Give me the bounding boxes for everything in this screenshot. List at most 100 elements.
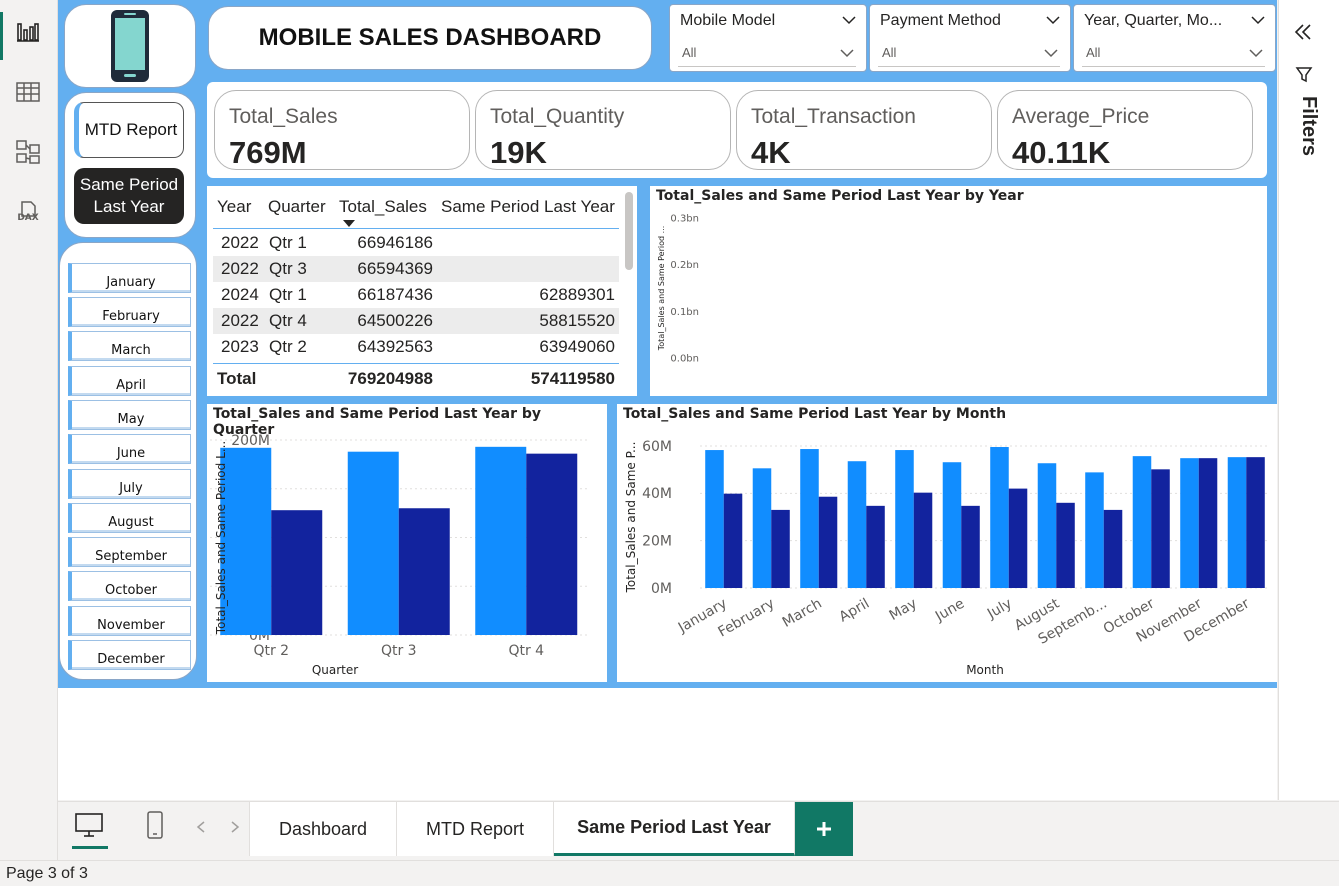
month-button-february[interactable]: February	[68, 297, 191, 327]
add-page-button[interactable]	[795, 802, 853, 856]
month-button-april[interactable]: April	[68, 366, 191, 396]
same-period-last-year-button[interactable]: Same Period Last Year	[74, 168, 184, 224]
month-button-may[interactable]: May	[68, 400, 191, 430]
bar-total-sales	[475, 446, 527, 635]
slicer-value: All	[882, 45, 897, 60]
bar-same-period-last-year	[771, 509, 790, 588]
slicer-title: Payment Method	[880, 12, 1001, 29]
kpi-value: 4K	[751, 135, 791, 170]
month-button-july[interactable]: July	[68, 469, 191, 499]
month-button-august[interactable]: August	[68, 503, 191, 533]
table-header-row: Year Quarter Total_Sales Same Period Las…	[213, 194, 619, 227]
month-button-september[interactable]: September	[68, 537, 191, 567]
cell-year: 2024	[221, 285, 259, 304]
dax-query-icon[interactable]: DAX	[14, 198, 42, 226]
table-row: 2024 Qtr 1 66187436 62889301	[213, 282, 619, 308]
slicer-date-hierarchy[interactable]: Year, Quarter, Mo... All	[1073, 4, 1276, 72]
bar-total-sales	[1085, 472, 1104, 588]
mtd-report-button[interactable]: MTD Report	[74, 102, 184, 158]
kpi-value: 769M	[229, 135, 307, 170]
kpi-value: 19K	[490, 135, 547, 170]
column-header-quarter[interactable]: Quarter	[268, 197, 326, 217]
kpi-total-quantity: Total_Quantity 19K	[475, 90, 731, 170]
column-header-year[interactable]: Year	[217, 197, 251, 217]
cell-total-sales: 64392563	[357, 337, 433, 356]
tab-mtd-report[interactable]: MTD Report	[397, 802, 554, 856]
tab-dashboard[interactable]: Dashboard	[249, 802, 397, 856]
slicer-title: Year, Quarter, Mo...	[1084, 12, 1223, 29]
x-tick-label: Qtr 2	[253, 643, 289, 659]
chart-by-month-plot: 0M20M40M60MJanuaryFebruary March April May J…	[624, 439, 1270, 677]
dashboard-title: MOBILE SALES DASHBOARD	[208, 6, 652, 70]
kpi-label: Total_Transaction	[751, 105, 916, 128]
table-scrollbar[interactable]	[625, 192, 633, 270]
chevron-left-icon[interactable]	[196, 820, 206, 834]
bar-same-period-last-year	[1008, 488, 1028, 588]
slicer-dropdown[interactable]: All	[1082, 41, 1265, 67]
cell-quarter: Qtr 3	[269, 259, 307, 278]
chevron-down-icon[interactable]	[842, 13, 856, 27]
bar-same-period-last-year	[398, 508, 450, 635]
chevron-down-icon	[1249, 49, 1263, 58]
month-button-december[interactable]: December	[68, 640, 191, 670]
kpi-label: Average_Price	[1012, 105, 1150, 128]
collapse-pane-icon[interactable]	[1293, 22, 1313, 42]
slicer-payment-method[interactable]: Payment Method All	[869, 4, 1071, 72]
cell-year: 2022	[221, 311, 259, 330]
cell-total-sales: 66946186	[357, 233, 433, 252]
table-total-row: Total 769204988 574119580	[213, 366, 619, 392]
chevron-down-icon[interactable]	[1251, 13, 1265, 27]
column-header-total-sales[interactable]: Total_Sales	[339, 197, 427, 217]
filter-icon	[1295, 67, 1313, 83]
mobile-layout-icon[interactable]	[146, 810, 164, 840]
chevron-down-icon	[1044, 49, 1058, 58]
month-button-november[interactable]: November	[68, 606, 191, 636]
table-view-icon[interactable]	[14, 78, 42, 106]
left-view-rail: DAX	[0, 0, 58, 860]
x-tick-label: Qtr 3	[381, 643, 417, 659]
report-view-icon[interactable]	[14, 18, 42, 46]
chevron-down-icon[interactable]	[1046, 13, 1060, 27]
total-sales-sum: 769204988	[347, 369, 433, 388]
x-tick-label: May	[887, 596, 920, 624]
bar-total-sales	[895, 450, 914, 588]
status-bar: Page 3 of 3	[0, 860, 1339, 886]
y-tick-label: 0.1bn	[670, 307, 699, 318]
cell-quarter: Qtr 4	[269, 311, 307, 330]
bar-total-sales	[705, 450, 724, 588]
bar-total-sales	[942, 462, 962, 588]
bar-same-period-last-year	[1198, 458, 1218, 588]
bar-same-period-last-year	[1246, 457, 1265, 588]
slicer-dropdown[interactable]: All	[878, 41, 1060, 67]
cell-year: 2023	[221, 337, 259, 356]
y-axis-label: Total_Sales and Same Period L...	[214, 441, 228, 635]
table-row: 2022 Qtr 4 64500226 58815520	[213, 308, 619, 334]
table-row: 2023 Qtr 2 64392563 63949060	[213, 334, 619, 360]
y-tick-label: 0.0bn	[670, 354, 699, 365]
sort-descending-icon	[343, 220, 355, 227]
slicer-dropdown[interactable]: All	[678, 41, 856, 67]
bar-same-period-last-year	[1151, 469, 1170, 588]
chevron-right-icon[interactable]	[230, 820, 240, 834]
bar-same-period-last-year	[526, 453, 578, 635]
filters-label[interactable]: Filters	[1297, 96, 1320, 156]
month-button-october[interactable]: October	[68, 571, 191, 601]
month-button-march[interactable]: March	[68, 331, 191, 361]
bar-total-sales	[752, 468, 772, 588]
slicer-mobile-model[interactable]: Mobile Model All	[669, 4, 867, 72]
model-view-icon[interactable]	[14, 138, 42, 166]
table-row: 2022 Qtr 3 66594369	[213, 256, 619, 282]
chevron-down-icon	[840, 49, 854, 58]
bar-same-period-last-year	[1056, 502, 1075, 588]
x-tick-label: April	[837, 596, 873, 626]
month-button-january[interactable]: January	[68, 263, 191, 293]
slicer-title: Mobile Model	[680, 12, 776, 29]
filters-pane[interactable]: Filters	[1278, 0, 1339, 800]
y-axis-label: Total_Sales and Same Period ...	[657, 226, 666, 351]
desktop-layout-icon[interactable]	[74, 812, 104, 838]
month-button-june[interactable]: June	[68, 434, 191, 464]
tab-same-period-last-year[interactable]: Same Period Last Year	[554, 802, 795, 856]
kpi-label: Total_Quantity	[490, 105, 625, 128]
column-header-same-period-last-year[interactable]: Same Period Last Year	[441, 197, 615, 217]
y-tick-label: 0.3bn	[670, 214, 699, 225]
